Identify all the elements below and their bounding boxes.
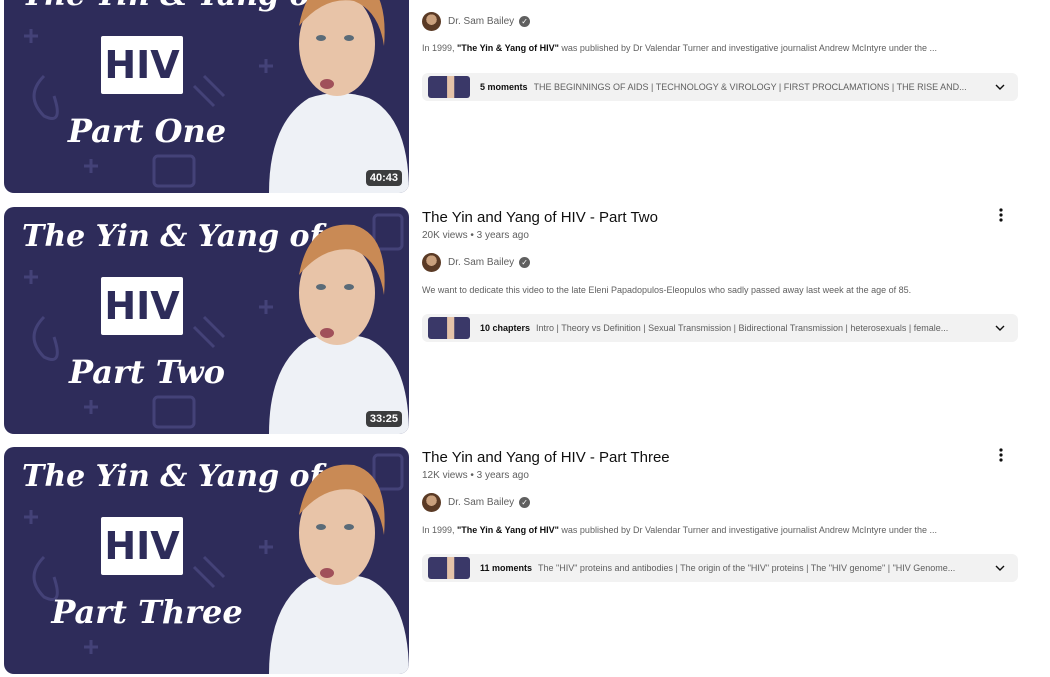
video-thumbnail[interactable]: The Yin & Yang of HIV Part Three — [4, 447, 409, 674]
chapters-bar[interactable]: 11 moments The "HIV" proteins and antibo… — [422, 554, 1018, 582]
presenter-image — [269, 224, 409, 434]
description-text: We want to dedicate this video to the la… — [422, 285, 912, 295]
description-text: In 1999, — [422, 43, 458, 53]
channel-link[interactable]: Dr. Sam Bailey ✓ — [422, 11, 531, 31]
video-item-part-two[interactable]: The Yin & Yang of HIV Part Two 33:25 The… — [0, 207, 1050, 437]
chapter-thumbnail — [428, 557, 470, 579]
thumbnail-hiv-label: HIV — [101, 36, 183, 94]
chapter-thumbnail — [428, 76, 470, 98]
chapter-thumbnail — [428, 317, 470, 339]
thumbnail-title-text: The Yin & Yang of — [22, 219, 323, 254]
chevron-down-icon[interactable] — [994, 322, 1006, 334]
chapters-count: 10 chapters — [480, 323, 531, 333]
chapters-bar[interactable]: 5 moments THE BEGINNINGS OF AIDS | TECHN… — [422, 73, 1018, 101]
thumbnail-title-text: The Yin & Yang of — [22, 459, 323, 494]
video-description: We want to dedicate this video to the la… — [422, 285, 1002, 295]
thumbnail-hiv-label: HIV — [101, 517, 183, 575]
video-item-part-three[interactable]: The Yin & Yang of HIV Part Three The Yin… — [0, 447, 1050, 677]
chapters-list: THE BEGINNINGS OF AIDS | TECHNOLOGY & VI… — [533, 82, 967, 92]
more-vert-icon[interactable] — [994, 207, 1008, 225]
presenter-image — [269, 0, 409, 193]
video-thumbnail[interactable]: The Yin & Yang of HIV Part Two 33:25 — [4, 207, 409, 434]
video-duration-badge: 40:43 — [365, 170, 402, 186]
channel-avatar[interactable] — [422, 252, 441, 272]
thumbnail-part-text: Part Three — [51, 593, 243, 631]
thumbnail-title-text: The Yin & Yang of — [22, 0, 322, 13]
video-metadata: 12K views • 3 years ago — [422, 470, 529, 481]
description-bold-text: "The Yin & Yang of HIV" — [457, 43, 559, 53]
video-metadata: 20K views • 3 years ago — [422, 230, 529, 241]
chapters-list: The "HIV" proteins and antibodies | The … — [538, 563, 956, 573]
verified-check-icon: ✓ — [519, 256, 531, 268]
verified-check-icon: ✓ — [519, 496, 531, 508]
video-description: In 1999, "The Yin & Yang of HIV" was pub… — [422, 43, 1002, 53]
chapters-list: Intro | Theory vs Definition | Sexual Tr… — [536, 323, 949, 333]
channel-link[interactable]: Dr. Sam Bailey ✓ — [422, 492, 531, 512]
description-text-rest: was published by Dr Valendar Turner and … — [558, 525, 937, 535]
channel-avatar[interactable] — [422, 11, 441, 31]
chevron-down-icon[interactable] — [994, 562, 1006, 574]
chevron-down-icon[interactable] — [994, 81, 1006, 93]
chapters-bar[interactable]: 10 chapters Intro | Theory vs Definition… — [422, 314, 1018, 342]
presenter-image — [269, 464, 409, 674]
video-description: In 1999, "The Yin & Yang of HIV" was pub… — [422, 525, 1002, 535]
verified-check-icon: ✓ — [519, 15, 531, 27]
thumbnail-part-text: Part Two — [69, 353, 225, 391]
chapters-count: 5 moments — [480, 82, 528, 92]
channel-name[interactable]: Dr. Sam Bailey — [448, 257, 514, 268]
thumbnail-hiv-label: HIV — [101, 277, 183, 335]
thumbnail-part-text: Part One — [67, 112, 227, 150]
video-duration-badge: 33:25 — [365, 411, 402, 427]
video-thumbnail[interactable]: The Yin & Yang of HIV Part One 40:43 — [4, 0, 409, 193]
chapters-count: 11 moments — [480, 563, 533, 573]
video-item-part-one[interactable]: The Yin & Yang of HIV Part One 40:43 Dr.… — [0, 0, 1050, 196]
channel-name[interactable]: Dr. Sam Bailey — [448, 497, 514, 508]
description-text-rest: was published by Dr Valendar Turner and … — [558, 43, 937, 53]
channel-link[interactable]: Dr. Sam Bailey ✓ — [422, 252, 531, 272]
description-bold-text: "The Yin & Yang of HIV" — [457, 525, 559, 535]
more-vert-icon[interactable] — [994, 447, 1008, 465]
description-text: In 1999, — [422, 525, 458, 535]
channel-name[interactable]: Dr. Sam Bailey — [448, 16, 514, 27]
video-title[interactable]: The Yin and Yang of HIV - Part Two — [422, 209, 658, 226]
channel-avatar[interactable] — [422, 492, 441, 512]
video-title[interactable]: The Yin and Yang of HIV - Part Three — [422, 449, 670, 466]
